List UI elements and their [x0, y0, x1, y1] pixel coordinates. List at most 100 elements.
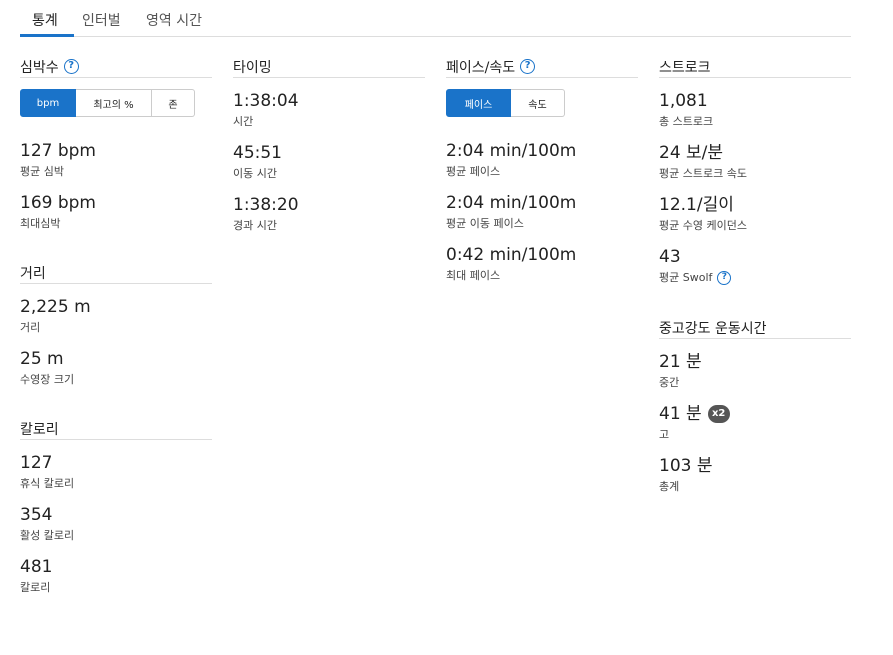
- timing-heading: 타이밍: [233, 56, 425, 78]
- stroke-heading: 스트로크: [659, 56, 851, 78]
- stat-value: 12.1/길이: [659, 195, 734, 215]
- pace-heading: 페이스/속도 ?: [446, 56, 638, 78]
- stat-total-calories: 481 칼로리: [20, 556, 212, 596]
- stat-label: 평균 Swolf: [659, 271, 713, 284]
- stat-pool-length: 25 m 수영장 크기: [20, 348, 212, 388]
- stat-avg-stroke-rate: 24 보/분 평균 스트로크 속도: [659, 142, 851, 182]
- stat-value: 103 분: [659, 456, 713, 476]
- stat-value: 41 분: [659, 404, 702, 424]
- stat-label: 활성 칼로리: [20, 529, 75, 542]
- heart-rate-title: 심박수: [20, 59, 59, 76]
- stat-label: 칼로리: [20, 581, 51, 594]
- stat-max-pace: 0:42 min/100m 최대 페이스: [446, 244, 638, 284]
- toggle-bpm[interactable]: bpm: [20, 89, 76, 117]
- stat-label: 이동 시간: [233, 167, 277, 180]
- stat-avg-pace: 2:04 min/100m 평균 페이스: [446, 140, 638, 180]
- stat-value: 25 m: [20, 349, 64, 369]
- stat-value: 45:51: [233, 143, 282, 163]
- stat-moving-time: 45:51 이동 시간: [233, 142, 425, 182]
- timing-title: 타이밍: [233, 59, 272, 76]
- stat-avg-swolf: 43 평균 Swolf ?: [659, 246, 851, 286]
- help-icon[interactable]: ?: [63, 59, 79, 74]
- pace-section: 페이스/속도 ? 페이스 속도 2:04 min/100m 평균 페이스 2:0…: [446, 56, 638, 284]
- stat-avg-hr: 127 bpm 평균 심박: [20, 140, 212, 180]
- stat-label: 총 스트로크: [659, 115, 714, 128]
- stroke-title: 스트로크: [659, 59, 711, 76]
- stat-value: 1,081: [659, 91, 708, 111]
- intensity-title: 중고강도 운동시간: [659, 320, 767, 337]
- stat-label: 수영장 크기: [20, 373, 75, 386]
- stat-label: 평균 수영 케이던스: [659, 219, 747, 232]
- stat-resting-calories: 127 휴식 칼로리: [20, 452, 212, 492]
- stat-value: 354: [20, 505, 53, 525]
- intensity-heading: 중고강도 운동시간: [659, 317, 851, 339]
- multiplier-badge: x2: [707, 405, 730, 423]
- stat-distance: 2,225 m 거리: [20, 296, 212, 336]
- toggle-pace[interactable]: 페이스: [446, 89, 511, 117]
- pace-title: 페이스/속도: [446, 59, 516, 76]
- stat-value: 24 보/분: [659, 143, 724, 163]
- pace-speed-toggle: 페이스 속도: [446, 89, 638, 117]
- stat-label: 고: [659, 428, 670, 441]
- tab-stats[interactable]: 통계: [32, 10, 58, 30]
- stat-label-row: 평균 Swolf ?: [659, 270, 851, 286]
- stat-total-minutes: 103 분 총계: [659, 455, 851, 495]
- column-4: 스트로크 1,081 총 스트로크 24 보/분 평균 스트로크 속도 12.1…: [659, 56, 851, 495]
- stat-value: 1:38:04: [233, 91, 299, 111]
- stat-total-strokes: 1,081 총 스트로크: [659, 90, 851, 130]
- heart-rate-section: 심박수 ? bpm 최고의 % 존 127 bpm 평균 심박 169 bpm …: [20, 56, 212, 232]
- heart-rate-unit-toggle: bpm 최고의 % 존: [20, 89, 212, 117]
- stat-label: 최대심박: [20, 217, 61, 230]
- stat-label: 휴식 칼로리: [20, 477, 75, 490]
- stat-label: 총계: [659, 480, 680, 493]
- column-3: 페이스/속도 ? 페이스 속도 2:04 min/100m 평균 페이스 2:0…: [446, 56, 638, 284]
- stat-avg-swim-cadence: 12.1/길이 평균 수영 케이던스: [659, 194, 851, 234]
- stat-value: 127: [20, 453, 53, 473]
- stat-elapsed-time: 1:38:20 경과 시간: [233, 194, 425, 234]
- stat-label: 거리: [20, 321, 41, 334]
- stat-value: 1:38:20: [233, 195, 299, 215]
- stroke-section: 스트로크 1,081 총 스트로크 24 보/분 평균 스트로크 속도 12.1…: [659, 56, 851, 286]
- tab-intervals[interactable]: 인터벌: [82, 10, 121, 30]
- stat-value: 2:04 min/100m: [446, 141, 577, 161]
- help-icon[interactable]: ?: [520, 59, 536, 74]
- stat-value: 481: [20, 557, 53, 577]
- stat-moderate-minutes: 21 분 중간: [659, 351, 851, 391]
- stat-value: 0:42 min/100m: [446, 245, 577, 265]
- stat-value: 21 분: [659, 352, 702, 372]
- toggle-speed[interactable]: 속도: [511, 89, 565, 117]
- column-2: 타이밍 1:38:04 시간 45:51 이동 시간 1:38:20 경과 시간: [233, 56, 425, 234]
- stat-label: 평균 심박: [20, 165, 64, 178]
- tab-bar: 통계 인터벌 영역 시간: [20, 0, 851, 37]
- stat-avg-moving-pace: 2:04 min/100m 평균 이동 페이스: [446, 192, 638, 232]
- toggle-max-percent[interactable]: 최고의 %: [76, 89, 152, 117]
- calories-heading: 칼로리: [20, 418, 212, 440]
- tab-time-in-zone[interactable]: 영역 시간: [146, 10, 202, 30]
- distance-title: 거리: [20, 265, 46, 282]
- stat-time: 1:38:04 시간: [233, 90, 425, 130]
- column-1: 심박수 ? bpm 최고의 % 존 127 bpm 평균 심박 169 bpm …: [20, 56, 212, 596]
- help-icon[interactable]: ?: [717, 271, 732, 285]
- stat-label: 경과 시간: [233, 219, 277, 232]
- stat-value: 2,225 m: [20, 297, 91, 317]
- stat-label: 평균 이동 페이스: [446, 217, 524, 230]
- intensity-minutes-section: 중고강도 운동시간 21 분 중간 41 분 x2 고 103 분 총계: [659, 317, 851, 495]
- calories-section: 칼로리 127 휴식 칼로리 354 활성 칼로리 481 칼로리: [20, 418, 212, 596]
- stat-value: 169 bpm: [20, 193, 96, 213]
- stat-active-calories: 354 활성 칼로리: [20, 504, 212, 544]
- stat-value: 43: [659, 247, 681, 267]
- calories-title: 칼로리: [20, 421, 59, 438]
- stat-label: 시간: [233, 115, 254, 128]
- distance-heading: 거리: [20, 262, 212, 284]
- stat-vigorous-minutes: 41 분 x2 고: [659, 403, 851, 443]
- timing-section: 타이밍 1:38:04 시간 45:51 이동 시간 1:38:20 경과 시간: [233, 56, 425, 234]
- active-tab-indicator: [20, 34, 74, 37]
- stat-label: 중간: [659, 376, 680, 389]
- heart-rate-heading: 심박수 ?: [20, 56, 212, 78]
- distance-section: 거리 2,225 m 거리 25 m 수영장 크기: [20, 262, 212, 388]
- stat-label: 평균 페이스: [446, 165, 501, 178]
- toggle-zone[interactable]: 존: [152, 89, 195, 117]
- stat-max-hr: 169 bpm 최대심박: [20, 192, 212, 232]
- stat-label: 최대 페이스: [446, 269, 501, 282]
- stat-value-row: 41 분 x2: [659, 403, 851, 425]
